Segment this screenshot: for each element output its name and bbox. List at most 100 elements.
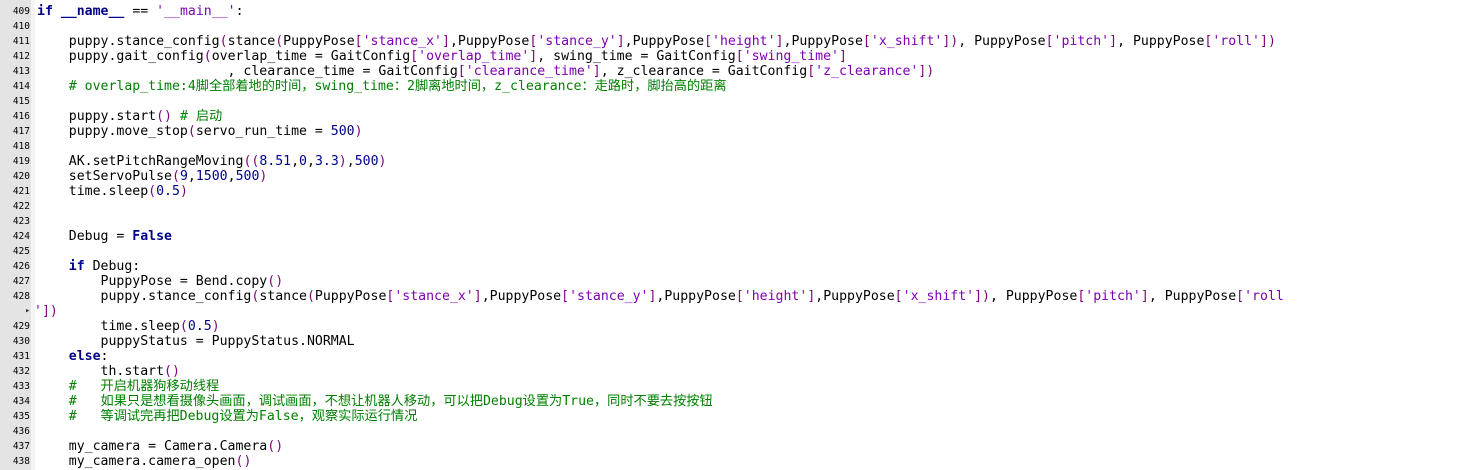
code-token: ) xyxy=(338,154,347,169)
code-line[interactable]: 410 xyxy=(0,19,1460,34)
line-number: 414 xyxy=(12,81,30,92)
code-line[interactable]: 433 # 开启机器狗移动线程 xyxy=(0,379,1460,394)
code-line[interactable]: 422 xyxy=(0,199,1460,214)
code-token: 500 xyxy=(235,169,260,184)
code-token: ,PuppyPose xyxy=(815,289,895,304)
code-token: __name__ xyxy=(60,4,125,19)
code-token: () xyxy=(235,454,252,469)
code-line[interactable]: 427 PuppyPose = Bend.copy() xyxy=(0,274,1460,289)
code-token: [ xyxy=(735,49,744,64)
code-token: PuppyPose = Bend.copy xyxy=(37,274,268,289)
code-text: setServoPulse(9,1500,500) xyxy=(37,169,268,184)
code-line[interactable]: 417 puppy.move_stop(servo_run_time = 500… xyxy=(0,124,1460,139)
code-token: ,PuppyPose xyxy=(481,289,562,304)
code-text: , clearance_time = GaitConfig['clearance… xyxy=(37,64,935,79)
code-line[interactable]: 437 my_camera = Camera.Camera() xyxy=(0,439,1460,454)
code-text: ']) xyxy=(34,304,58,319)
code-text: if Debug: xyxy=(37,259,140,274)
code-token: ] xyxy=(616,34,625,49)
code-token: [ xyxy=(807,64,816,79)
code-token: ( xyxy=(148,184,157,199)
code-token: servo_run_time = xyxy=(195,124,331,139)
code-token: ] xyxy=(1140,289,1149,304)
code-token: ( xyxy=(179,319,188,334)
code-token: 'z_clearance' xyxy=(815,64,919,79)
code-line[interactable]: 432 th.start() xyxy=(0,364,1460,379)
code-token: Debug = xyxy=(37,229,133,244)
code-token: == xyxy=(132,4,149,19)
code-token: ( xyxy=(171,169,180,184)
code-text: # 开启机器狗移动线程 xyxy=(37,379,219,394)
code-line[interactable]: 412 puppy.gait_config(overlap_time = Gai… xyxy=(0,49,1460,64)
code-token: ]) xyxy=(918,64,935,79)
code-line[interactable]: 435 # 等调试完再把Debug设置为False，观察实际运行情况 xyxy=(0,409,1460,424)
line-number: 427 xyxy=(12,276,30,287)
code-text: else: xyxy=(37,349,109,364)
code-token: if xyxy=(37,4,53,19)
code-token: 'stance_y' xyxy=(537,34,617,49)
code-token: () xyxy=(164,364,180,379)
code-token: # 如果只是想看摄像头画面，调试画面，不想让机器人移动，可以把Debug设置为T… xyxy=(37,394,713,409)
code-token: # 开启机器狗移动线程 xyxy=(37,379,220,394)
code-token: 0.5 xyxy=(156,184,180,199)
code-token: ] xyxy=(1109,34,1118,49)
code-line[interactable]: 415 xyxy=(0,94,1460,109)
code-text: Debug = False xyxy=(37,229,172,244)
code-text: puppy.start() # 启动 xyxy=(37,109,222,124)
code-token: 500 xyxy=(330,124,355,139)
code-line[interactable]: 429 time.sleep(0.5) xyxy=(0,319,1460,334)
code-line[interactable]: 409 if __name__ == '__main__': xyxy=(0,4,1460,19)
code-editor[interactable]: 409 if __name__ == '__main__': 410 411 pupp… xyxy=(0,0,1460,470)
code-line[interactable]: 431 else: xyxy=(0,349,1460,364)
code-token: 'height' xyxy=(712,34,776,49)
code-line[interactable]: 426 if Debug: xyxy=(0,259,1460,274)
code-token: (( xyxy=(243,154,260,169)
line-number: 413 xyxy=(12,66,30,77)
code-line[interactable]: 420 setServoPulse(9,1500,500) xyxy=(0,169,1460,184)
code-line[interactable]: 413 , clearance_time = GaitConfig['clear… xyxy=(0,64,1460,79)
code-token: : xyxy=(235,4,244,19)
code-line[interactable]: 428 puppy.stance_config(stance(PuppyPose… xyxy=(0,289,1460,304)
code-line[interactable]: 436 xyxy=(0,424,1460,439)
code-text: time.sleep(0.5) xyxy=(37,319,220,334)
code-line[interactable]: 430 puppyStatus = PuppyStatus.NORMAL xyxy=(0,334,1460,349)
line-number: 419 xyxy=(12,156,30,167)
code-token: [ xyxy=(1236,289,1245,304)
code-token: [ xyxy=(862,34,871,49)
code-token: 'pitch' xyxy=(1085,289,1141,304)
code-line[interactable]: 411 puppy.stance_config(stance(PuppyPose… xyxy=(0,34,1460,49)
wrap-arrow-icon: ▸ xyxy=(25,306,31,316)
code-token: puppy.start xyxy=(37,109,157,124)
code-lines[interactable]: 409 if __name__ == '__main__': 410 411 pupp… xyxy=(0,4,1460,469)
code-token: ) xyxy=(259,169,268,184)
line-number: 410 xyxy=(12,21,30,32)
line-number: 430 xyxy=(12,336,30,347)
code-line[interactable]: 425 xyxy=(0,244,1460,259)
code-token: ]) xyxy=(974,289,990,304)
code-line[interactable]: 414 # overlap_time:4脚全部着地的时间，swing_time：… xyxy=(0,79,1460,94)
code-token: 3.3 xyxy=(314,154,339,169)
line-number: 415 xyxy=(12,96,30,107)
code-token: [ xyxy=(561,289,570,304)
code-token: () xyxy=(267,439,284,454)
code-token: ]) xyxy=(942,34,959,49)
code-text: time.sleep(0.5) xyxy=(37,184,188,199)
code-line[interactable]: ▸ ']) xyxy=(0,304,1460,319)
code-line[interactable]: 424 Debug = False xyxy=(0,229,1460,244)
code-token: 'clearance_time' xyxy=(465,64,593,79)
code-token: time.sleep xyxy=(37,184,149,199)
code-token: ( xyxy=(275,34,284,49)
code-line[interactable]: 423 xyxy=(0,214,1460,229)
code-token: () xyxy=(267,274,284,289)
code-line[interactable]: 434 # 如果只是想看摄像头画面，调试画面，不想让机器人移动，可以把Debug… xyxy=(0,394,1460,409)
code-line[interactable]: 418 xyxy=(0,139,1460,154)
code-line[interactable]: 419 AK.setPitchRangeMoving((8.51,0,3.3),… xyxy=(0,154,1460,169)
code-line[interactable]: 438 my_camera.camera_open() xyxy=(0,454,1460,469)
code-token: ,PuppyPose xyxy=(783,34,863,49)
code-line[interactable]: 416 puppy.start() # 启动 xyxy=(0,109,1460,124)
code-line[interactable]: 421 time.sleep(0.5) xyxy=(0,184,1460,199)
code-token: 'stance_x' xyxy=(394,289,474,304)
code-token: 0.5 xyxy=(187,319,212,334)
code-token: ,PuppyPose xyxy=(624,34,705,49)
code-token: puppy.stance_config xyxy=(37,289,252,304)
